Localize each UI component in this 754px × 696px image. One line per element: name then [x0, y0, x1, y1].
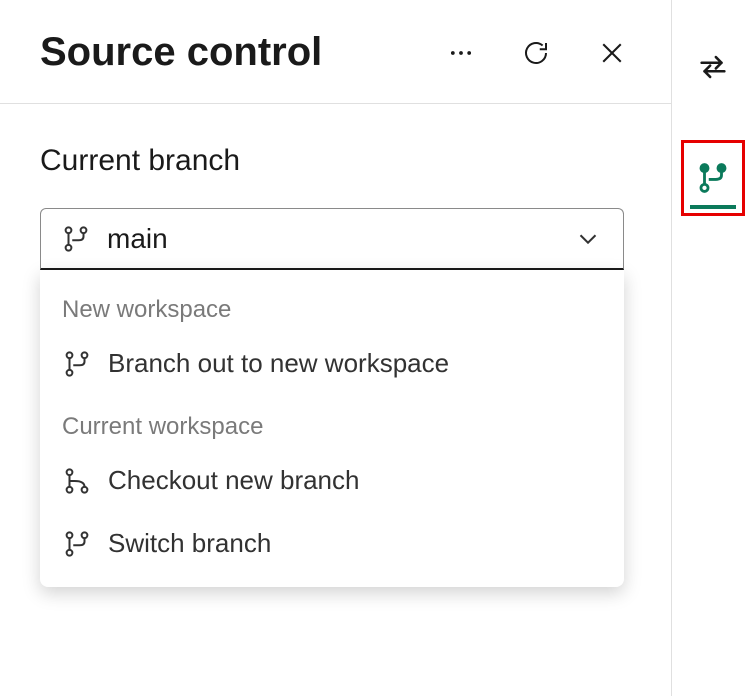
- rail-active-indicator: [690, 205, 736, 209]
- branch-icon: [62, 529, 92, 559]
- menu-group-current-workspace: Current workspace: [40, 395, 624, 449]
- more-button[interactable]: [443, 35, 479, 71]
- branch-icon: [62, 349, 92, 379]
- close-icon: [597, 38, 627, 68]
- panel-content: Current branch main New workspace: [0, 104, 671, 587]
- branch-dropdown-menu: New workspace Branch out to new workspac…: [40, 270, 624, 587]
- menu-item-label: Checkout new branch: [108, 465, 359, 496]
- branch-icon: [61, 224, 91, 254]
- panel-header: Source control: [0, 0, 671, 104]
- source-control-panel: Source control: [0, 0, 672, 696]
- header-actions: [443, 34, 631, 72]
- chevron-down-icon: [573, 224, 603, 254]
- checkout-branch-icon: [62, 466, 92, 496]
- current-branch-label: Current branch: [40, 144, 631, 178]
- menu-item-checkout-new-branch[interactable]: Checkout new branch: [40, 449, 624, 512]
- swap-icon: [696, 50, 730, 84]
- more-icon: [447, 39, 475, 67]
- branch-dropdown[interactable]: main: [40, 208, 624, 270]
- menu-item-label: Switch branch: [108, 528, 271, 559]
- rail-swap-button[interactable]: [684, 38, 742, 96]
- refresh-icon: [521, 38, 551, 68]
- side-rail: [672, 0, 754, 696]
- branch-icon: [696, 161, 730, 195]
- menu-item-switch-branch[interactable]: Switch branch: [40, 512, 624, 575]
- menu-item-label: Branch out to new workspace: [108, 348, 449, 379]
- rail-source-control-button[interactable]: [681, 140, 745, 216]
- selected-branch-text: main: [107, 223, 557, 255]
- close-button[interactable]: [593, 34, 631, 72]
- refresh-button[interactable]: [517, 34, 555, 72]
- page-title: Source control: [40, 30, 443, 75]
- menu-item-branch-out[interactable]: Branch out to new workspace: [40, 332, 624, 395]
- menu-group-new-workspace: New workspace: [40, 278, 624, 332]
